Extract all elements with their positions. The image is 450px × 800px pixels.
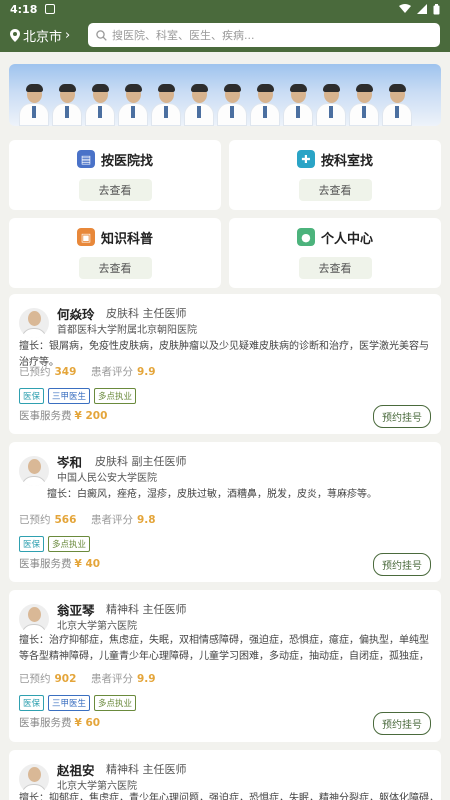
tag-multi-practice: 多点执业 <box>94 695 137 711</box>
tag-multi-practice: 多点执业 <box>94 388 137 404</box>
category-hospital[interactable]: ▤ 按医院找 去查看 <box>9 140 221 210</box>
tag-insurance: 医保 <box>19 695 45 711</box>
doctor-avatar <box>19 308 49 338</box>
doctor-specialty: 擅长：银屑病，免疫性皮肤病，皮肤肿瘤以及少见疑难皮肤病的诊断和治疗，医学激光美容… <box>19 341 429 368</box>
view-button[interactable]: 去查看 <box>78 178 152 201</box>
app-bar: 北京市 › 搜医院、科室、医生、疾病... <box>0 18 450 52</box>
patient-rating: 患者评分 9.9 <box>91 673 156 685</box>
book-appointment-button[interactable]: 预约挂号 <box>373 712 431 735</box>
department-icon: ✚ <box>296 150 315 168</box>
view-button[interactable]: 去查看 <box>78 256 152 279</box>
doctor-dept: 皮肤科 副主任医师 <box>95 455 187 468</box>
category-grid: ▤ 按医院找 去查看 ✚ 按科室找 去查看 ▣ 知识科普 去查看 ● 个人中心 … <box>9 140 441 288</box>
doctor-card[interactable]: 赵祖安 精神科 主任医师 北京大学第六医院 擅长：抑郁症，焦虑症，青少年心理问题… <box>9 750 441 800</box>
doctor-card[interactable]: 翁亚琴 精神科 主任医师 北京大学第六医院 擅长：治疗抑郁症，焦虑症，失眠，双相… <box>9 590 441 742</box>
book-appointment-button[interactable]: 预约挂号 <box>373 553 431 576</box>
booked-count: 已预约 566 <box>19 514 77 526</box>
view-button[interactable]: 去查看 <box>298 178 372 201</box>
signal-icon <box>417 4 427 14</box>
doctor-specialty: 擅长：抑郁症，焦虑症，青少年心理问题，强迫症，恐惧症，失眠，精神分裂症，躯体化障… <box>19 793 437 800</box>
notification-icon <box>45 4 56 14</box>
doctor-dept: 精神科 主任医师 <box>106 763 187 776</box>
doctor-hospital: 中国人民公安大学医院 <box>57 473 157 484</box>
tag-multi-practice: 多点执业 <box>48 536 91 552</box>
service-fee: 医事服务费 ¥ 200 <box>19 410 108 422</box>
doctor-dept: 皮肤科 主任医师 <box>106 307 187 320</box>
tag-list: 医保 三甲医生 多点执业 <box>19 695 137 711</box>
service-fee: 医事服务费 ¥ 60 <box>19 717 101 729</box>
category-department[interactable]: ✚ 按科室找 去查看 <box>229 140 441 210</box>
doctor-hospital: 首都医科大学附属北京朝阳医院 <box>57 325 197 336</box>
book-icon: ▣ <box>76 228 95 246</box>
doctor-specialty: 擅长：治疗抑郁症，焦虑症，失眠，双相情感障碍，强迫症，恐惧症，癔症，偏执型，单纯… <box>19 635 429 662</box>
status-time: 4:18 <box>10 2 38 16</box>
doctor-avatar <box>19 604 49 634</box>
doctor-hospital: 北京大学第六医院 <box>57 621 137 632</box>
service-fee: 医事服务费 ¥ 40 <box>19 558 101 570</box>
doctor-card[interactable]: 何焱玲 皮肤科 主任医师 首都医科大学附属北京朝阳医院 擅长：银屑病，免疫性皮肤… <box>9 294 441 434</box>
hospital-icon: ▤ <box>76 150 95 168</box>
patient-rating: 患者评分 9.8 <box>91 514 156 526</box>
battery-icon <box>433 3 440 14</box>
doctor-avatar <box>19 764 49 794</box>
search-placeholder: 搜医院、科室、医生、疾病... <box>112 29 255 42</box>
category-knowledge[interactable]: ▣ 知识科普 去查看 <box>9 218 221 288</box>
booked-count: 已预约 902 <box>19 673 77 685</box>
tag-list: 医保 三甲医生 多点执业 <box>19 388 137 404</box>
tag-insurance: 医保 <box>19 536 45 552</box>
category-label: 个人中心 <box>320 231 373 247</box>
status-bar: 4:18 <box>0 0 450 18</box>
doctor-group-image <box>19 84 412 126</box>
chevron-right-icon: › <box>65 27 71 43</box>
tag-grade: 三甲医生 <box>48 388 91 404</box>
doctor-specialty: 擅长：白癜风，痤疮，湿疹，皮肤过敏，酒糟鼻，脱发，皮炎，荨麻疹等。 <box>47 489 377 500</box>
doctor-avatar <box>19 456 49 486</box>
location-pin-icon <box>10 28 20 42</box>
city-selector[interactable]: 北京市 › <box>10 26 80 45</box>
doctor-hospital: 北京大学第六医院 <box>57 781 137 792</box>
category-label: 知识科普 <box>100 231 153 247</box>
search-input[interactable]: 搜医院、科室、医生、疾病... <box>88 23 440 47</box>
search-icon <box>96 29 107 41</box>
category-label: 按医院找 <box>100 153 153 169</box>
wifi-icon <box>399 4 411 13</box>
doctor-card[interactable]: 岑和 皮肤科 副主任医师 中国人民公安大学医院 擅长：白癜风，痤疮，湿疹，皮肤过… <box>9 442 441 582</box>
user-icon: ● <box>296 228 315 246</box>
city-label: 北京市 <box>23 29 63 45</box>
tag-grade: 三甲医生 <box>48 695 91 711</box>
tag-insurance: 医保 <box>19 388 45 404</box>
doctor-dept: 精神科 主任医师 <box>106 603 187 616</box>
patient-rating: 患者评分 9.9 <box>91 366 156 378</box>
view-button[interactable]: 去查看 <box>298 256 372 279</box>
book-appointment-button[interactable]: 预约挂号 <box>373 405 431 428</box>
promo-banner[interactable] <box>9 64 441 126</box>
category-label: 按科室找 <box>320 153 373 169</box>
tag-list: 医保 多点执业 <box>19 536 91 552</box>
category-personal[interactable]: ● 个人中心 去查看 <box>229 218 441 288</box>
booked-count: 已预约 349 <box>19 366 77 378</box>
